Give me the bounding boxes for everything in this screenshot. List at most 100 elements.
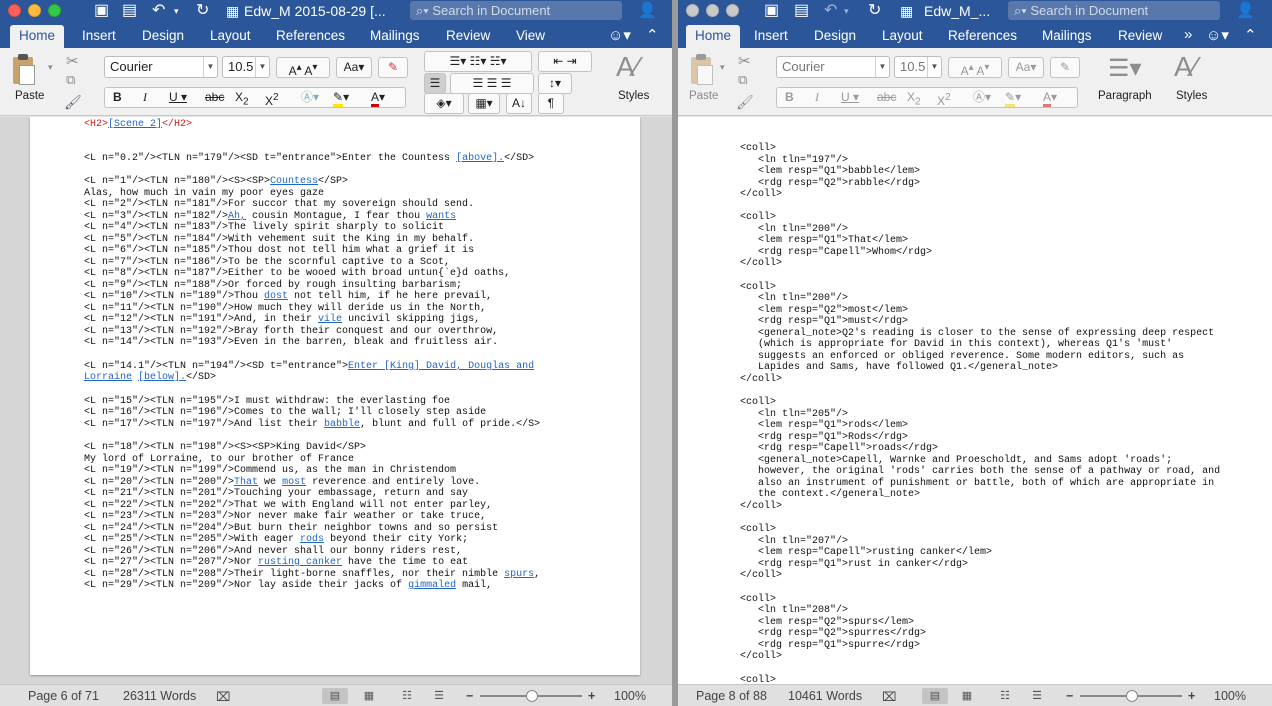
outline-view-icon[interactable]: ☷ [394, 688, 420, 704]
text-line[interactable]: <H2>[Scene 2]</H2> [84, 119, 192, 131]
linked-text[interactable]: [above]. [456, 153, 504, 164]
xml-line[interactable]: <coll> [740, 675, 776, 684]
xml-line[interactable]: the context.</general_note> [740, 489, 920, 501]
text-line[interactable]: <L n="14"/><TLN n="193"/>Even in the bar… [84, 337, 498, 349]
text-line[interactable]: <L n="8"/><TLN n="187"/>Either to be woo… [84, 268, 510, 280]
smiley-feedback-icon[interactable]: ☺▾ [1206, 26, 1229, 44]
text-line[interactable]: Lorraine [below].</SD> [84, 372, 216, 384]
undo-icon[interactable]: ↶ [824, 1, 837, 21]
undo-dropdown-icon[interactable]: ▾ [844, 1, 849, 21]
collapse-ribbon-icon[interactable]: ⌃ [646, 26, 659, 44]
italic-button[interactable]: I [815, 88, 819, 107]
underline-button[interactable]: U ▾ [169, 88, 187, 107]
smiley-feedback-icon[interactable]: ☺▾ [608, 26, 631, 44]
xml-line[interactable]: <rdg resp="Q1">must</rdg> [740, 316, 908, 328]
subscript-button[interactable]: X2 [235, 88, 249, 111]
strikethrough-button[interactable]: abc [205, 88, 224, 107]
outline-view-icon[interactable]: ☷ [992, 688, 1018, 704]
share-person-icon[interactable]: 👤 [1236, 1, 1255, 19]
cut-icon[interactable]: ✂ [738, 52, 751, 70]
superscript-button[interactable]: X2 [937, 88, 951, 111]
alignment-buttons[interactable]: ☰ ☰ ☰ [450, 73, 534, 94]
linked-text[interactable]: dost [264, 291, 288, 302]
xml-line[interactable]: </coll> [740, 501, 782, 513]
paste-dropdown-icon[interactable]: ▾ [48, 62, 53, 73]
xml-line[interactable]: <rdg resp="Capell">roads</rdg> [740, 443, 938, 455]
italic-button[interactable]: I [143, 88, 147, 107]
change-case-button[interactable]: Aa▾ [336, 57, 372, 78]
sort-icon[interactable]: A↓ [506, 93, 532, 114]
paragraph-label[interactable]: Paragraph [1098, 90, 1152, 102]
xml-line[interactable]: however, the original 'rods' carries bot… [740, 466, 1220, 478]
close-window-button[interactable] [686, 4, 699, 17]
collapse-ribbon-icon[interactable]: ⌃ [1244, 26, 1257, 44]
linked-text[interactable]: rusting canker [258, 557, 342, 568]
linked-text[interactable]: spurs [504, 569, 534, 580]
zoom-window-button[interactable] [726, 4, 739, 17]
superscript-button[interactable]: X2 [265, 88, 279, 111]
change-case-button[interactable]: Aa▾ [1008, 57, 1044, 78]
clipboard-icon[interactable] [688, 54, 714, 86]
xml-line[interactable]: <lem resp="Capell">rusting canker</lem> [740, 547, 992, 559]
copy-icon[interactable]: ⧉ [738, 72, 747, 88]
linked-text[interactable]: Ah, [228, 211, 246, 222]
xml-line[interactable]: (which is appropriate for David in this … [740, 339, 1172, 351]
search-in-document-field[interactable]: ⌕▾ Search in Document [410, 1, 622, 20]
text-line[interactable]: <L n="23"/><TLN n="203"/>Nor never make … [84, 511, 486, 523]
document-page[interactable]: <coll> <ln tln="197"/> <lem resp="Q1">ba… [678, 117, 1272, 684]
tab-layout[interactable]: Layout [210, 28, 251, 44]
draft-view-icon[interactable]: ☰ [1024, 688, 1050, 704]
tab-references[interactable]: References [948, 28, 1017, 44]
zoom-window-button[interactable] [48, 4, 61, 17]
save-icon[interactable]: ▤ [122, 1, 137, 21]
more-tabs-icon[interactable]: » [1184, 26, 1192, 43]
tab-references[interactable]: References [276, 28, 345, 44]
zoom-in-button[interactable]: + [588, 689, 595, 703]
linked-text[interactable]: Lorraine [84, 372, 132, 383]
paste-dropdown-icon[interactable]: ▾ [720, 62, 725, 73]
paragraph-icon[interactable]: ☰▾ [1108, 54, 1142, 84]
bold-button[interactable]: B [113, 88, 122, 107]
tab-home[interactable]: Home [10, 25, 65, 48]
draft-view-icon[interactable]: ☰ [426, 688, 452, 704]
font-size-field[interactable]: 10.5 ▼ [222, 56, 270, 78]
tab-design[interactable]: Design [142, 28, 184, 44]
indent-buttons[interactable]: ⇤ ⇥ [538, 51, 592, 72]
web-layout-view-icon[interactable]: ▦ [356, 688, 382, 704]
web-layout-view-icon[interactable]: ▦ [954, 688, 980, 704]
xml-line[interactable]: <coll> [740, 524, 776, 536]
xml-line[interactable]: <lem resp="Q1">babble</lem> [740, 166, 920, 178]
tab-insert[interactable]: Insert [754, 28, 788, 44]
format-painter-icon[interactable]: 🖌 [64, 94, 82, 111]
text-effects-icon[interactable]: Ⓐ▾ [973, 88, 991, 107]
xml-line[interactable]: </coll> [740, 374, 782, 386]
xml-line[interactable]: <rdg resp="Q2">spurres</rdg> [740, 628, 926, 640]
styles-label[interactable]: Styles [1176, 90, 1207, 102]
zoom-out-button[interactable]: − [1066, 689, 1073, 703]
tab-mailings[interactable]: Mailings [370, 28, 420, 44]
underline-button[interactable]: U ▾ [841, 88, 859, 107]
tab-mailings[interactable]: Mailings [1042, 28, 1092, 44]
text-line[interactable]: <L n="6"/><TLN n="185"/>Thou dost not te… [84, 245, 474, 257]
linked-text[interactable]: gimmaled [408, 580, 456, 591]
linked-text[interactable]: wants [426, 211, 456, 222]
xml-line[interactable]: </coll> [740, 258, 782, 270]
linked-text[interactable]: [below]. [138, 372, 186, 383]
borders-icon[interactable]: ▦▾ [468, 93, 500, 114]
text-line[interactable]: <L n="16"/><TLN n="196"/>Comes to the wa… [84, 407, 486, 419]
linked-text[interactable]: rods [300, 534, 324, 545]
styles-label[interactable]: Styles [618, 90, 649, 102]
text-line[interactable]: <L n="4"/><TLN n="183"/>The lively spiri… [84, 222, 444, 234]
bold-button[interactable]: B [785, 88, 794, 107]
subscript-button[interactable]: X2 [907, 88, 921, 111]
copy-icon[interactable]: ⧉ [66, 72, 75, 88]
text-line[interactable]: <L n="12"/><TLN n="191"/>And, in their v… [84, 314, 480, 326]
document-page[interactable]: <H2>[Scene 2]</H2> <L n="0.2"/><TLN n="17… [30, 117, 640, 675]
zoom-out-button[interactable]: − [466, 689, 473, 703]
linked-text[interactable]: most [282, 477, 306, 488]
clear-formatting-icon[interactable]: ✎ [378, 57, 408, 78]
document-area-left[interactable]: <H2>[Scene 2]</H2> <L n="0.2"/><TLN n="17… [0, 117, 672, 684]
xml-line[interactable]: Lapides and Sams, have followed Q1.</gen… [740, 362, 1058, 374]
tab-review[interactable]: Review [446, 28, 490, 44]
sidebar-icon[interactable]: ▣ [764, 1, 779, 21]
